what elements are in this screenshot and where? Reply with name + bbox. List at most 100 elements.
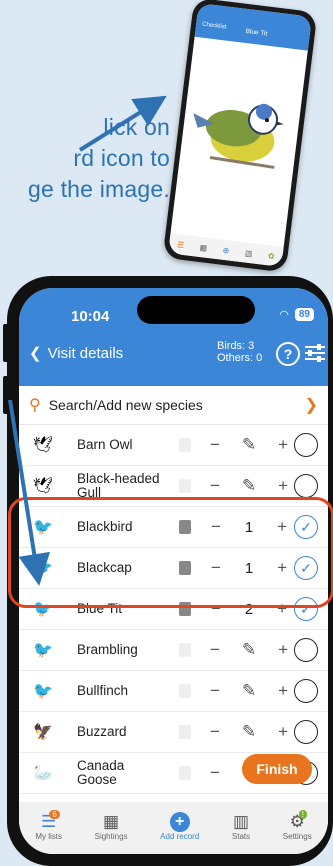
goose-icon[interactable]: 🦢 [29,762,57,784]
preview-header: Checklist Blue Tit [194,2,312,51]
checkbox-circle[interactable] [294,474,318,498]
caption-line-2: rd icon to [73,145,170,171]
dynamic-island [137,296,255,324]
checkbox-circle[interactable] [294,679,318,703]
tab-my-lists[interactable]: ☰ 6 My lists [35,809,62,841]
species-row[interactable]: 🕊 Barn Owl − ✎ + [19,425,328,466]
pencil-icon[interactable]: ✎ [242,476,256,496]
increment-button[interactable]: + [278,435,288,455]
decrement-button[interactable]: − [210,640,220,660]
app-header: 10:04 ◠ 89 ❮ Visit details Birds: 3 Othe… [19,288,328,386]
tab-label: Add record [160,831,200,841]
volume-button [3,324,9,362]
bar-chart-icon: ▥ [233,811,250,831]
preview-map-icon: ▦ [199,242,208,253]
help-button[interactable]: ? [276,342,300,366]
count-stepper: − ✎ + [199,432,299,458]
preview-settings-icon: ✿ [267,250,276,261]
search-placeholder: Search/Add new species [48,397,203,413]
checkbox-circle[interactable] [294,638,318,662]
species-name: Black-headed Gull [77,471,160,500]
count-stepper: − ✎ + [199,719,299,745]
barn-owl-icon[interactable]: 🕊 [29,434,57,456]
instruction-caption: lick on rd icon to ge the image. [0,112,170,205]
volume-button-2 [3,376,9,414]
decrement-button[interactable]: − [210,681,220,701]
preview-list-icon: ☰ [176,239,185,250]
back-button[interactable]: ❮ Visit details [29,344,124,363]
preview-stats-icon: ▥ [244,248,254,258]
others-count: Others: 0 [217,352,263,364]
tab-stats[interactable]: ▥ Stats [232,812,250,841]
tab-add-record[interactable]: + Add record [160,811,200,841]
tab-settings[interactable]: ⚙ ! Settings [282,809,312,841]
decrement-button[interactable]: − [210,435,220,455]
species-name: Canada Goose [77,758,125,787]
tab-label: Stats [231,831,251,841]
notes-icon[interactable] [179,643,191,657]
bullfinch-icon[interactable]: 🐦 [29,680,57,702]
bottom-tabbar: ☰ 6 My lists ▦ Sightings + Add record ▥ … [19,802,328,854]
search-icon: ⚲ [29,397,41,414]
record-counts: Birds: 3 Others: 0 [217,340,262,364]
increment-button[interactable]: + [278,681,288,701]
preview-tabbar: ☰ ▦ ⊕ ▥ ✿ [168,233,284,268]
species-row[interactable]: 🐦 Brambling − ✎ + [19,630,328,671]
decrement-button[interactable]: − [210,763,220,783]
caption-line-3: ge the image. [28,176,170,202]
species-name: Bullfinch [77,683,129,698]
species-name: Brambling [77,642,138,657]
increment-button[interactable]: + [278,640,288,660]
gull-icon[interactable]: 🕊 [29,475,57,497]
notes-icon[interactable] [179,766,191,780]
preview-title: Blue Tit [245,27,268,38]
notes-icon[interactable] [179,438,191,452]
count-stepper: − ✎ + [199,678,299,704]
species-search[interactable]: ⚲ Search/Add new species ❯ [19,386,328,425]
pencil-icon[interactable]: ✎ [242,681,256,701]
preview-back: Checklist [201,21,227,31]
chevron-left-icon: ❮ [29,345,42,362]
birds-count: Birds: 3 [217,340,255,352]
notes-icon[interactable] [179,479,191,493]
map-icon: ▦ [103,811,120,831]
settings-badge: ! [298,809,308,819]
species-row[interactable]: 🦅 Buzzard − ✎ + [19,712,328,753]
status-time: 10:04 [71,308,110,325]
tab-label: My lists [35,831,62,841]
filter-sliders-icon[interactable] [304,344,326,362]
buzzard-icon[interactable]: 🦅 [29,721,57,743]
decrement-button[interactable]: − [210,476,220,496]
caption-line-1: lick on [103,114,170,140]
increment-button[interactable]: + [278,476,288,496]
finish-button[interactable]: Finish [242,754,312,784]
count-stepper: − ✎ + [199,473,299,499]
species-name: Barn Owl [77,437,133,452]
lists-badge: 6 [49,809,60,819]
increment-button[interactable]: + [278,722,288,742]
tab-label: Sightings [94,831,128,841]
checkbox-circle[interactable] [294,720,318,744]
notes-icon[interactable] [179,684,191,698]
tab-sightings[interactable]: ▦ Sightings [95,812,128,841]
back-label: Visit details [47,344,124,362]
tab-label: Settings [282,831,312,841]
decrement-button[interactable]: − [210,722,220,742]
species-row[interactable]: 🐦 Bullfinch − ✎ + [19,671,328,712]
checkbox-circle[interactable] [294,433,318,457]
preview-phone: Checklist Blue Tit ☰ ▦ ⊕ ▥ ✿ [162,0,318,273]
wifi-icon: ◠ [279,309,289,321]
chevron-right-icon: ❯ [304,397,318,414]
species-name: Buzzard [77,724,127,739]
battery-indicator: 89 [294,308,314,321]
notes-icon[interactable] [179,725,191,739]
brambling-icon[interactable]: 🐦 [29,639,57,661]
pencil-icon[interactable]: ✎ [242,435,256,455]
pencil-icon[interactable]: ✎ [242,722,256,742]
preview-screen: Checklist Blue Tit ☰ ▦ ⊕ ▥ ✿ [168,2,312,268]
count-stepper: − ✎ + [199,637,299,663]
status-icons: ◠ 89 [279,308,314,321]
pencil-icon[interactable]: ✎ [242,640,256,660]
highlight-outline [8,497,333,608]
plus-icon: + [169,811,190,832]
